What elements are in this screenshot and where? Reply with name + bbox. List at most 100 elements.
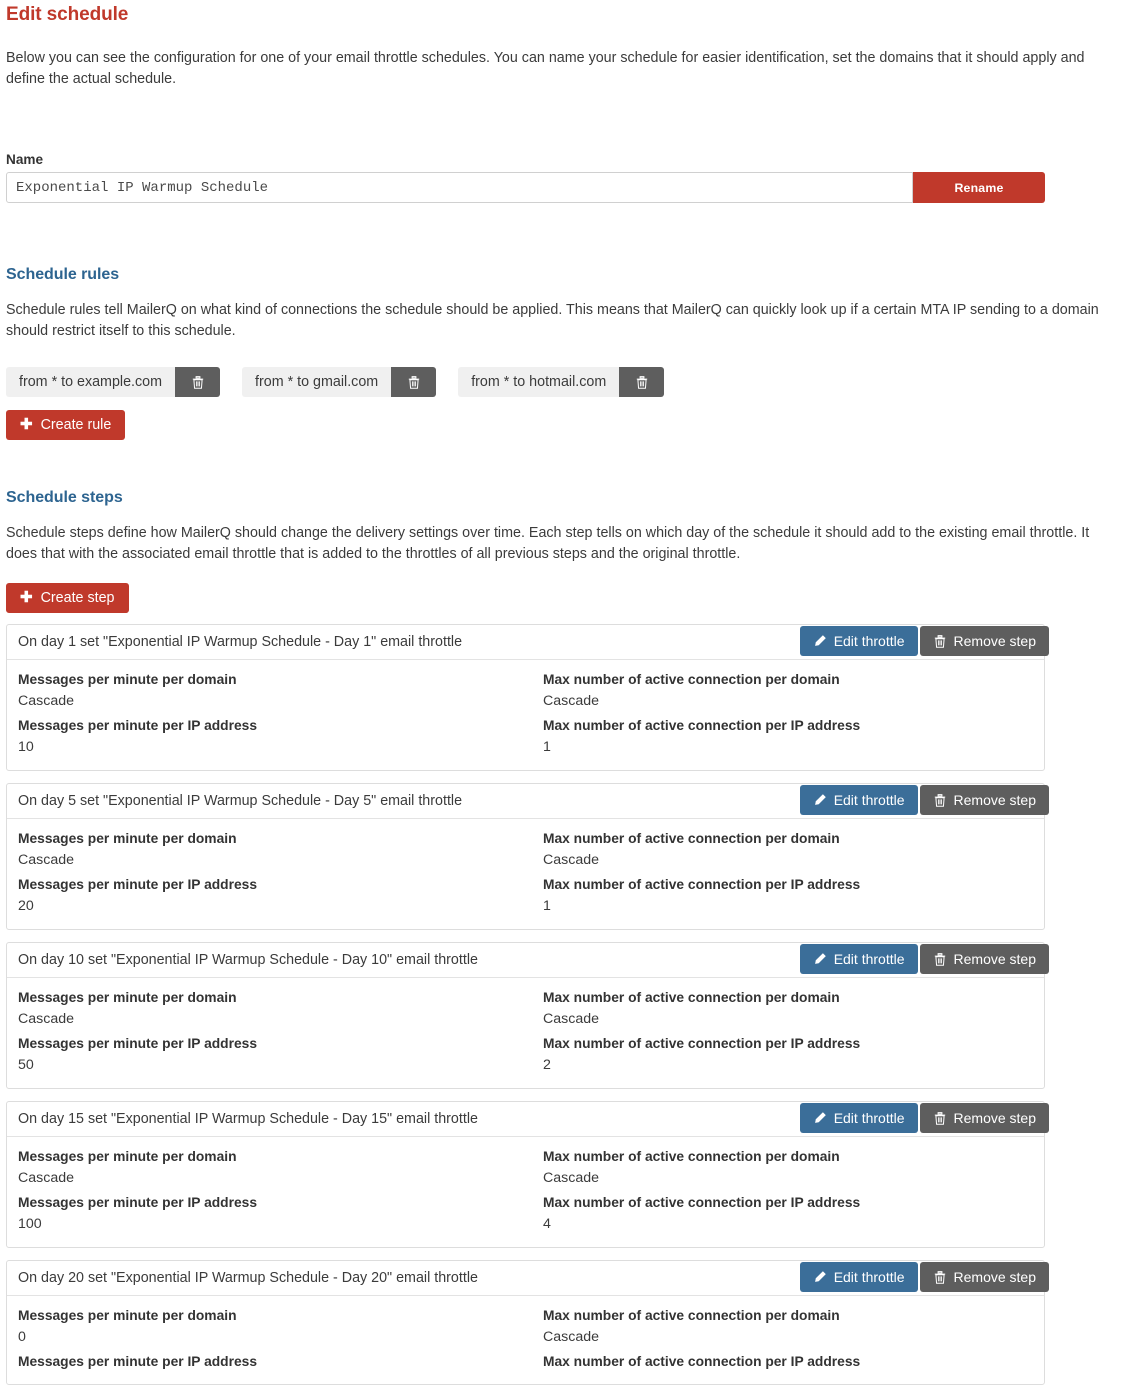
field-max-connections-per-domain: Max number of active connection per doma…: [543, 1305, 1033, 1348]
remove-step-button[interactable]: Remove step: [919, 1262, 1049, 1292]
step-body: Messages per minute per domain Cascade Max…: [7, 1137, 1044, 1247]
rename-button[interactable]: Rename: [913, 172, 1045, 203]
field-max-connections-per-ip: Max number of active connection per IP a…: [543, 1192, 1033, 1235]
trash-icon: [934, 634, 945, 648]
delete-rule-button[interactable]: [175, 367, 221, 397]
field-label: Max number of active connection per doma…: [543, 672, 840, 687]
field-value: 2: [543, 1057, 551, 1073]
rule-chip: from * to gmail.com: [242, 367, 437, 397]
edit-throttle-button[interactable]: Edit throttle: [799, 785, 918, 815]
field-label: Messages per minute per IP address: [18, 1195, 257, 1210]
field-value: Cascade: [543, 852, 599, 868]
pencil-icon: [814, 953, 826, 964]
edit-throttle-label: Edit throttle: [833, 633, 905, 649]
field-label: Max number of active connection per IP a…: [543, 1036, 861, 1051]
pencil-icon: [814, 635, 826, 646]
step-actions: Edit throttle Remove step: [799, 1103, 1049, 1133]
field-value: 1: [543, 739, 551, 755]
schedule-step-card: On day 1 set "Exponential IP Warmup Sche…: [6, 624, 1049, 771]
field-value: Cascade: [543, 693, 599, 709]
field-value: Cascade: [18, 852, 74, 868]
pencil-icon: [814, 794, 826, 805]
field-label: Messages per minute per IP address: [18, 1036, 257, 1051]
field-max-connections-per-domain: Max number of active connection per doma…: [543, 828, 1033, 871]
plus-icon: ✚: [20, 589, 33, 606]
schedule-rules-intro: Schedule rules tell MailerQ on what kind…: [6, 302, 1099, 339]
field-label: Max number of active connection per doma…: [543, 990, 840, 1005]
field-label: Messages per minute per IP address: [18, 718, 257, 733]
edit-throttle-label: Edit throttle: [833, 951, 905, 967]
remove-step-button[interactable]: Remove step: [919, 626, 1049, 656]
rule-label: from * to example.com: [6, 367, 176, 397]
create-step-button[interactable]: ✚ Create step: [6, 583, 129, 613]
field-value: Cascade: [18, 1011, 74, 1027]
schedule-name-input[interactable]: [6, 172, 913, 203]
field-messages-per-minute-per-domain: Messages per minute per domain 0: [18, 1305, 543, 1348]
schedule-step-card: On day 10 set "Exponential IP Warmup Sch…: [6, 942, 1049, 1089]
edit-throttle-button[interactable]: Edit throttle: [799, 944, 918, 974]
edit-throttle-label: Edit throttle: [833, 1110, 905, 1126]
remove-step-label: Remove step: [953, 951, 1036, 967]
rule-chip: from * to example.com: [6, 367, 221, 397]
field-label: Max number of active connection per doma…: [543, 831, 840, 846]
field-messages-per-minute-per-domain: Messages per minute per domain Cascade: [18, 669, 543, 712]
edit-throttle-label: Edit throttle: [833, 1269, 905, 1285]
field-value: 100: [18, 1216, 42, 1232]
trash-icon: [934, 1111, 945, 1125]
field-label: Max number of active connection per doma…: [543, 1149, 840, 1164]
field-value: 0: [18, 1329, 26, 1345]
step-header: On day 10 set "Exponential IP Warmup Sch…: [7, 943, 1049, 978]
field-max-connections-per-domain: Max number of active connection per doma…: [543, 669, 1033, 712]
field-label: Messages per minute per domain: [18, 990, 237, 1005]
field-label: Max number of active connection per IP a…: [543, 1195, 861, 1210]
field-messages-per-minute-per-ip: Messages per minute per IP address 100: [18, 1192, 543, 1235]
schedule-step-card: On day 15 set "Exponential IP Warmup Sch…: [6, 1101, 1049, 1248]
create-rule-button[interactable]: ✚ Create rule: [6, 410, 126, 440]
field-max-connections-per-ip: Max number of active connection per IP a…: [543, 1033, 1033, 1076]
rule-chip: from * to hotmail.com: [458, 367, 665, 397]
field-messages-per-minute-per-domain: Messages per minute per domain Cascade: [18, 987, 543, 1030]
edit-schedule-page: Edit schedule Below you can see the conf…: [0, 4, 1129, 1385]
field-label: Messages per minute per domain: [18, 672, 237, 687]
step-title: On day 15 set "Exponential IP Warmup Sch…: [18, 1111, 478, 1127]
remove-step-button[interactable]: Remove step: [919, 785, 1049, 815]
name-field-group: Name Rename: [6, 152, 1123, 203]
field-label: Messages per minute per IP address: [18, 877, 257, 892]
step-title: On day 1 set "Exponential IP Warmup Sche…: [18, 634, 463, 650]
create-step-label: Create step: [40, 590, 115, 606]
step-header: On day 15 set "Exponential IP Warmup Sch…: [7, 1102, 1049, 1137]
trash-icon: [636, 375, 647, 389]
field-value: Cascade: [18, 693, 74, 709]
schedule-rules-title: Schedule rules: [6, 266, 120, 283]
pencil-icon: [814, 1112, 826, 1123]
schedule-steps-title: Schedule steps: [6, 489, 123, 506]
create-rule-label: Create rule: [40, 417, 112, 433]
field-value: 20: [18, 898, 34, 914]
field-messages-per-minute-per-ip: Messages per minute per IP address 20: [18, 874, 543, 917]
delete-rule-button[interactable]: [391, 367, 437, 397]
field-max-connections-per-domain: Max number of active connection per doma…: [543, 1146, 1033, 1189]
field-max-connections-per-ip: Max number of active connection per IP a…: [543, 1351, 1033, 1372]
field-label: Max number of active connection per IP a…: [543, 877, 861, 892]
remove-step-label: Remove step: [953, 792, 1036, 808]
remove-step-button[interactable]: Remove step: [919, 944, 1049, 974]
delete-rule-button[interactable]: [619, 367, 665, 397]
edit-throttle-button[interactable]: Edit throttle: [799, 1262, 918, 1292]
remove-step-button[interactable]: Remove step: [919, 1103, 1049, 1133]
step-title: On day 20 set "Exponential IP Warmup Sch…: [18, 1270, 478, 1286]
field-messages-per-minute-per-ip: Messages per minute per IP address: [18, 1351, 543, 1372]
remove-step-label: Remove step: [953, 633, 1036, 649]
name-field-label: Name: [6, 152, 44, 167]
field-max-connections-per-ip: Max number of active connection per IP a…: [543, 715, 1033, 758]
trash-icon: [934, 952, 945, 966]
schedule-steps-list: On day 1 set "Exponential IP Warmup Sche…: [6, 624, 1123, 1385]
trash-icon: [192, 375, 203, 389]
step-header: On day 5 set "Exponential IP Warmup Sche…: [7, 784, 1049, 819]
field-value: 50: [18, 1057, 34, 1073]
step-body: Messages per minute per domain Cascade Max…: [7, 660, 1044, 770]
page-intro-text: Below you can see the configuration for …: [6, 50, 1085, 87]
step-body: Messages per minute per domain Cascade Max…: [7, 819, 1044, 929]
step-header: On day 20 set "Exponential IP Warmup Sch…: [7, 1261, 1049, 1296]
edit-throttle-button[interactable]: Edit throttle: [799, 1103, 918, 1133]
edit-throttle-button[interactable]: Edit throttle: [799, 626, 918, 656]
